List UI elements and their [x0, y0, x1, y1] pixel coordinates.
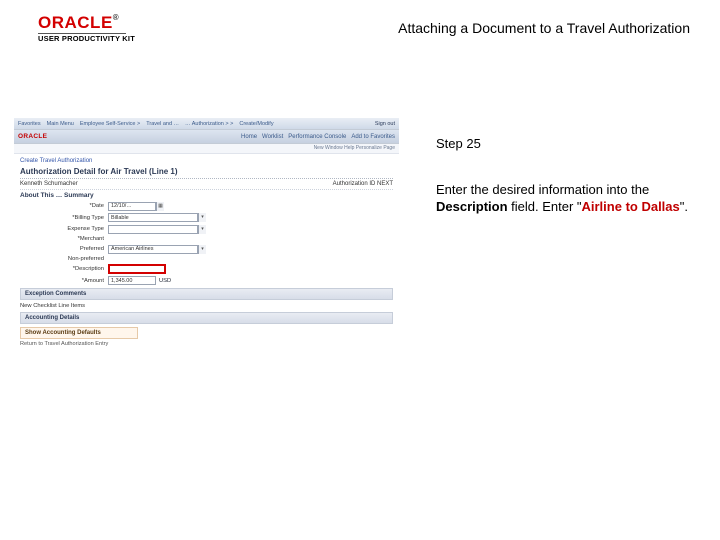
- input-date[interactable]: 12/10/…: [108, 202, 156, 211]
- mock-meta: Kenneth Schumacher Authorization ID NEXT: [20, 181, 393, 190]
- row-expense: Expense Type ▾: [20, 225, 393, 234]
- chevron-down-icon: ▾: [198, 225, 206, 234]
- input-amount[interactable]: 1,345.00: [108, 276, 156, 285]
- label-billing: *Billing Type: [20, 215, 108, 221]
- trademark-icon: ®: [113, 13, 119, 22]
- mock-user: Kenneth Schumacher: [20, 181, 78, 187]
- chevron-down-icon: ▾: [198, 245, 206, 254]
- currency-label: USD: [159, 278, 171, 284]
- mock-brandbar: ORACLE Home Worklist Performance Console…: [14, 130, 399, 144]
- brand-link: Performance Console: [288, 134, 346, 140]
- chevron-down-icon: ▾: [198, 213, 206, 222]
- brand-link: Add to Favorites: [351, 134, 395, 140]
- row-billing: *Billing Type Billable▾: [20, 213, 393, 222]
- select-billing[interactable]: Billable: [108, 213, 198, 222]
- instruction-value: Airline to Dallas: [582, 199, 680, 214]
- mock-subbar: New Window Help Personalize Page: [14, 144, 399, 154]
- row-amount: *Amount 1,345.00 USD: [20, 276, 393, 285]
- nav-item: … Authorization > >: [185, 121, 233, 127]
- row-date: *Date 12/10/…▦: [20, 202, 393, 211]
- section-accounting: Accounting Details: [20, 312, 393, 324]
- label-merchant: *Merchant: [20, 236, 108, 242]
- input-description[interactable]: [108, 265, 166, 274]
- row-preferred: Preferred American Airlines▾: [20, 245, 393, 254]
- row-nonpreferred: Non-preferred: [20, 256, 393, 262]
- calendar-icon: ▦: [156, 202, 164, 211]
- mock-subheading: About This … Summary: [20, 192, 393, 199]
- select-preferred[interactable]: American Airlines: [108, 245, 198, 254]
- logo-text: ORACLE: [38, 13, 113, 32]
- instruction-end: ".: [680, 199, 688, 214]
- mock-body: Create Travel Authorization Authorizatio…: [14, 154, 399, 355]
- button-accounting-defaults[interactable]: Show Accounting Defaults: [20, 327, 138, 339]
- label-nonpreferred: Non-preferred: [20, 256, 108, 262]
- instruction-intro: Enter the desired information into the: [436, 182, 649, 197]
- label-preferred: Preferred: [20, 246, 108, 252]
- nav-item: Create/Modify: [239, 121, 273, 127]
- page-header: ORACLE® USER PRODUCTIVITY KIT Attaching …: [38, 14, 690, 43]
- mock-brand: ORACLE: [18, 133, 47, 140]
- mock-heading: Authorization Detail for Air Travel (Lin…: [20, 167, 393, 179]
- oracle-logo: ORACLE® USER PRODUCTIVITY KIT: [38, 14, 135, 43]
- mock-topnav: Favorites Main Menu Employee Self-Servic…: [14, 118, 399, 130]
- label-checklist: New Checklist Line Items: [20, 303, 89, 309]
- row-description: *Description: [20, 265, 393, 274]
- row-merchant: *Merchant: [20, 236, 393, 242]
- mock-auth-id: Authorization ID NEXT: [333, 181, 393, 187]
- nav-item: Employee Self-Service >: [80, 121, 140, 127]
- section-comments: Exception Comments: [20, 288, 393, 300]
- row-checklist: New Checklist Line Items: [20, 303, 393, 309]
- instruction-mid: field. Enter ": [508, 199, 582, 214]
- instruction-field: Description: [436, 199, 508, 214]
- brand-link: Worklist: [262, 134, 283, 140]
- label-expense: Expense Type: [20, 226, 108, 232]
- nav-item: Main Menu: [47, 121, 74, 127]
- instruction-text: Enter the desired information into the D…: [436, 181, 688, 216]
- return-link: Return to Travel Authorization Entry: [20, 341, 393, 347]
- nav-item: Travel and …: [146, 121, 179, 127]
- select-expense[interactable]: [108, 225, 198, 234]
- label-description: *Description: [20, 266, 108, 272]
- label-date: *Date: [20, 203, 108, 209]
- nav-item: Favorites: [18, 121, 41, 127]
- breadcrumb: Create Travel Authorization: [20, 158, 393, 164]
- page-title: Attaching a Document to a Travel Authori…: [398, 20, 690, 36]
- app-screenshot: Favorites Main Menu Employee Self-Servic…: [14, 118, 399, 355]
- logo-subtext: USER PRODUCTIVITY KIT: [38, 35, 135, 43]
- nav-signout: Sign out: [375, 121, 395, 127]
- brand-link: Home: [241, 134, 257, 140]
- label-amount: *Amount: [20, 278, 108, 284]
- step-number: Step 25: [436, 135, 688, 153]
- instruction-panel: Step 25 Enter the desired information in…: [436, 135, 688, 216]
